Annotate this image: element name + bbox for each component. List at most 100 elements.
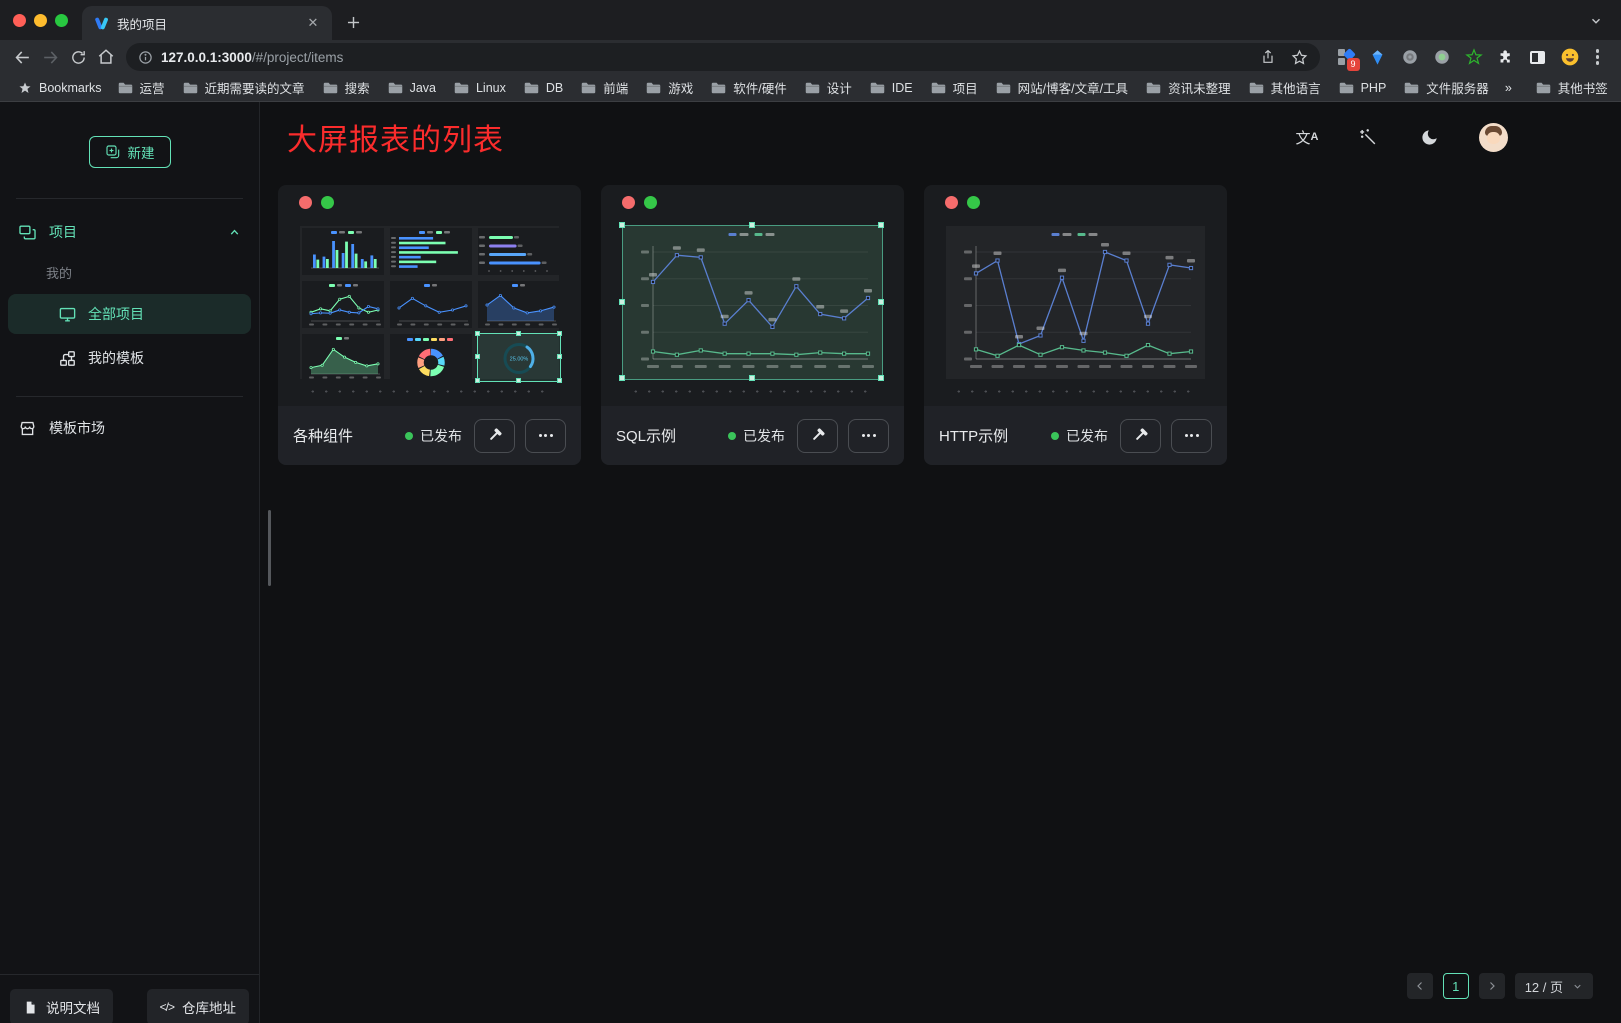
site-info-icon[interactable]	[138, 50, 153, 65]
selection-handle[interactable]	[557, 378, 562, 383]
scrollbar-thumb[interactable]	[268, 510, 271, 586]
edit-button[interactable]	[797, 419, 838, 453]
selection-handle[interactable]	[516, 331, 521, 336]
bookmark-folder[interactable]: 运营	[110, 75, 173, 100]
project-card[interactable]: SQL示例 已发布	[601, 185, 904, 465]
page-size-select[interactable]: 12 / 页	[1515, 973, 1593, 999]
sidebar-item-all-projects[interactable]: 全部项目	[8, 294, 251, 334]
folder-icon	[1146, 82, 1161, 94]
sidebar-item-my-templates[interactable]: 我的模板	[8, 338, 251, 378]
folder-icon	[581, 82, 596, 94]
dark-mode-moon-icon[interactable]	[1418, 126, 1440, 148]
bookmark-folder[interactable]: 网站/博客/文章/工具	[988, 75, 1136, 100]
selection-handle[interactable]	[475, 378, 480, 383]
bookmark-folder[interactable]: 文件服务器	[1396, 75, 1497, 100]
bookmark-folder[interactable]: 游戏	[638, 75, 701, 100]
bookmark-folder[interactable]: DB	[516, 78, 571, 98]
selection-handle[interactable]	[475, 331, 480, 336]
side-panel-icon[interactable]	[1528, 47, 1548, 67]
window-close-button[interactable]	[13, 14, 26, 27]
extension-gem-icon[interactable]	[1368, 47, 1388, 67]
bookmark-folder[interactable]: 前端	[573, 75, 636, 100]
selection-handle[interactable]	[557, 354, 562, 359]
selection-handle[interactable]	[878, 299, 884, 305]
project-preview-chart[interactable]	[623, 226, 882, 379]
selection-handle[interactable]	[749, 222, 755, 228]
bookmarks-root[interactable]: Bookmarks	[10, 78, 110, 98]
selection-handle[interactable]	[749, 375, 755, 381]
tab-close-icon[interactable]: ✕	[304, 14, 322, 32]
bookmarks-bar: Bookmarks 运营近期需要读的文章搜索JavaLinuxDB 前端游戏软件/…	[0, 74, 1621, 102]
extensions-puzzle-icon[interactable]	[1496, 47, 1516, 67]
tab-search-chevron-icon[interactable]	[1589, 14, 1603, 28]
forward-button[interactable]	[36, 43, 64, 71]
profile-avatar-icon[interactable]	[1560, 47, 1580, 67]
bookmark-star-icon[interactable]	[1286, 43, 1314, 71]
new-tab-button[interactable]	[344, 13, 363, 32]
bookmark-folder[interactable]: 软件/硬件	[703, 75, 794, 100]
back-button[interactable]	[8, 43, 36, 71]
extension-recorder-icon[interactable]	[1432, 47, 1452, 67]
extension-grid-icon[interactable]: 9	[1336, 47, 1356, 67]
project-title: SQL示例	[616, 425, 676, 446]
selection-handle[interactable]	[619, 375, 625, 381]
bookmarks-overflow-chevron[interactable]: »	[1497, 78, 1520, 98]
mini-chart-gauge[interactable]: 25.00%	[478, 334, 560, 381]
more-button[interactable]	[1171, 419, 1212, 453]
browser-menu-icon[interactable]	[1592, 49, 1608, 65]
docs-button[interactable]: 说明文档	[10, 989, 113, 1023]
bookmark-folder[interactable]: 搜索	[315, 75, 378, 100]
sidebar-item-template-market[interactable]: 模板市场	[0, 407, 259, 449]
selection-handle[interactable]	[619, 222, 625, 228]
current-page-button[interactable]: 1	[1443, 973, 1469, 999]
url-bar[interactable]: 127.0.0.1:3000/#/project/items	[126, 43, 1320, 71]
window-minimize-button[interactable]	[34, 14, 47, 27]
new-project-button[interactable]: 新建	[89, 136, 171, 168]
prev-page-button[interactable]	[1407, 973, 1433, 999]
card-window-dots	[622, 196, 657, 209]
bookmark-folder[interactable]: 项目	[923, 75, 986, 100]
sidebar-section-projects[interactable]: 项目	[0, 211, 259, 253]
bookmark-folder[interactable]: 设计	[797, 75, 860, 100]
reload-button[interactable]	[64, 43, 92, 71]
bookmark-folder[interactable]: Java	[380, 78, 444, 98]
browser-tab[interactable]: 我的项目 ✕	[82, 6, 332, 40]
selection-handle[interactable]	[878, 375, 884, 381]
extension-star-icon[interactable]	[1464, 47, 1484, 67]
repo-button[interactable]: </> 仓库地址	[147, 989, 249, 1023]
more-button[interactable]	[848, 419, 889, 453]
bookmark-folder[interactable]: PHP	[1331, 78, 1395, 98]
project-card[interactable]: 25.00% 各种组件 已发布	[278, 185, 581, 465]
selection-handle[interactable]	[557, 331, 562, 336]
more-button[interactable]	[525, 419, 566, 453]
bookmark-folder[interactable]: IDE	[862, 78, 921, 98]
status-badge: 已发布	[405, 426, 462, 446]
next-page-button[interactable]	[1479, 973, 1505, 999]
selection-handle[interactable]	[475, 354, 480, 359]
extension-darkmode-icon[interactable]	[1400, 47, 1420, 67]
edit-button[interactable]	[1120, 419, 1161, 453]
chevron-up-icon[interactable]	[228, 226, 241, 239]
edit-button[interactable]	[474, 419, 515, 453]
selection-handle[interactable]	[878, 222, 884, 228]
selection-handle[interactable]	[619, 299, 625, 305]
other-bookmarks[interactable]: 其他书签	[1528, 75, 1616, 100]
share-icon[interactable]	[1254, 43, 1282, 71]
language-icon[interactable]: 文A	[1296, 126, 1318, 148]
home-button[interactable]	[92, 43, 120, 71]
bookmark-folder-label: 前端	[603, 78, 628, 97]
bookmark-folder[interactable]: 近期需要读的文章	[175, 75, 313, 100]
user-avatar[interactable]	[1479, 123, 1508, 152]
project-card[interactable]: HTTP示例 已发布	[924, 185, 1227, 465]
selection-handle[interactable]	[516, 378, 521, 383]
bookmark-folder[interactable]: 资讯未整理	[1138, 75, 1239, 100]
card-red-dot	[622, 196, 635, 209]
project-preview-chart[interactable]	[946, 226, 1205, 379]
window-zoom-button[interactable]	[55, 14, 68, 27]
bookmark-folder[interactable]: Linux	[446, 78, 514, 98]
folder-icon	[996, 82, 1011, 94]
magic-wand-icon[interactable]	[1357, 126, 1379, 148]
mini-chart-donut	[390, 334, 472, 381]
bookmark-folder[interactable]: 其他语言	[1241, 75, 1329, 100]
project-preview-chart[interactable]: 25.00%	[300, 226, 559, 379]
